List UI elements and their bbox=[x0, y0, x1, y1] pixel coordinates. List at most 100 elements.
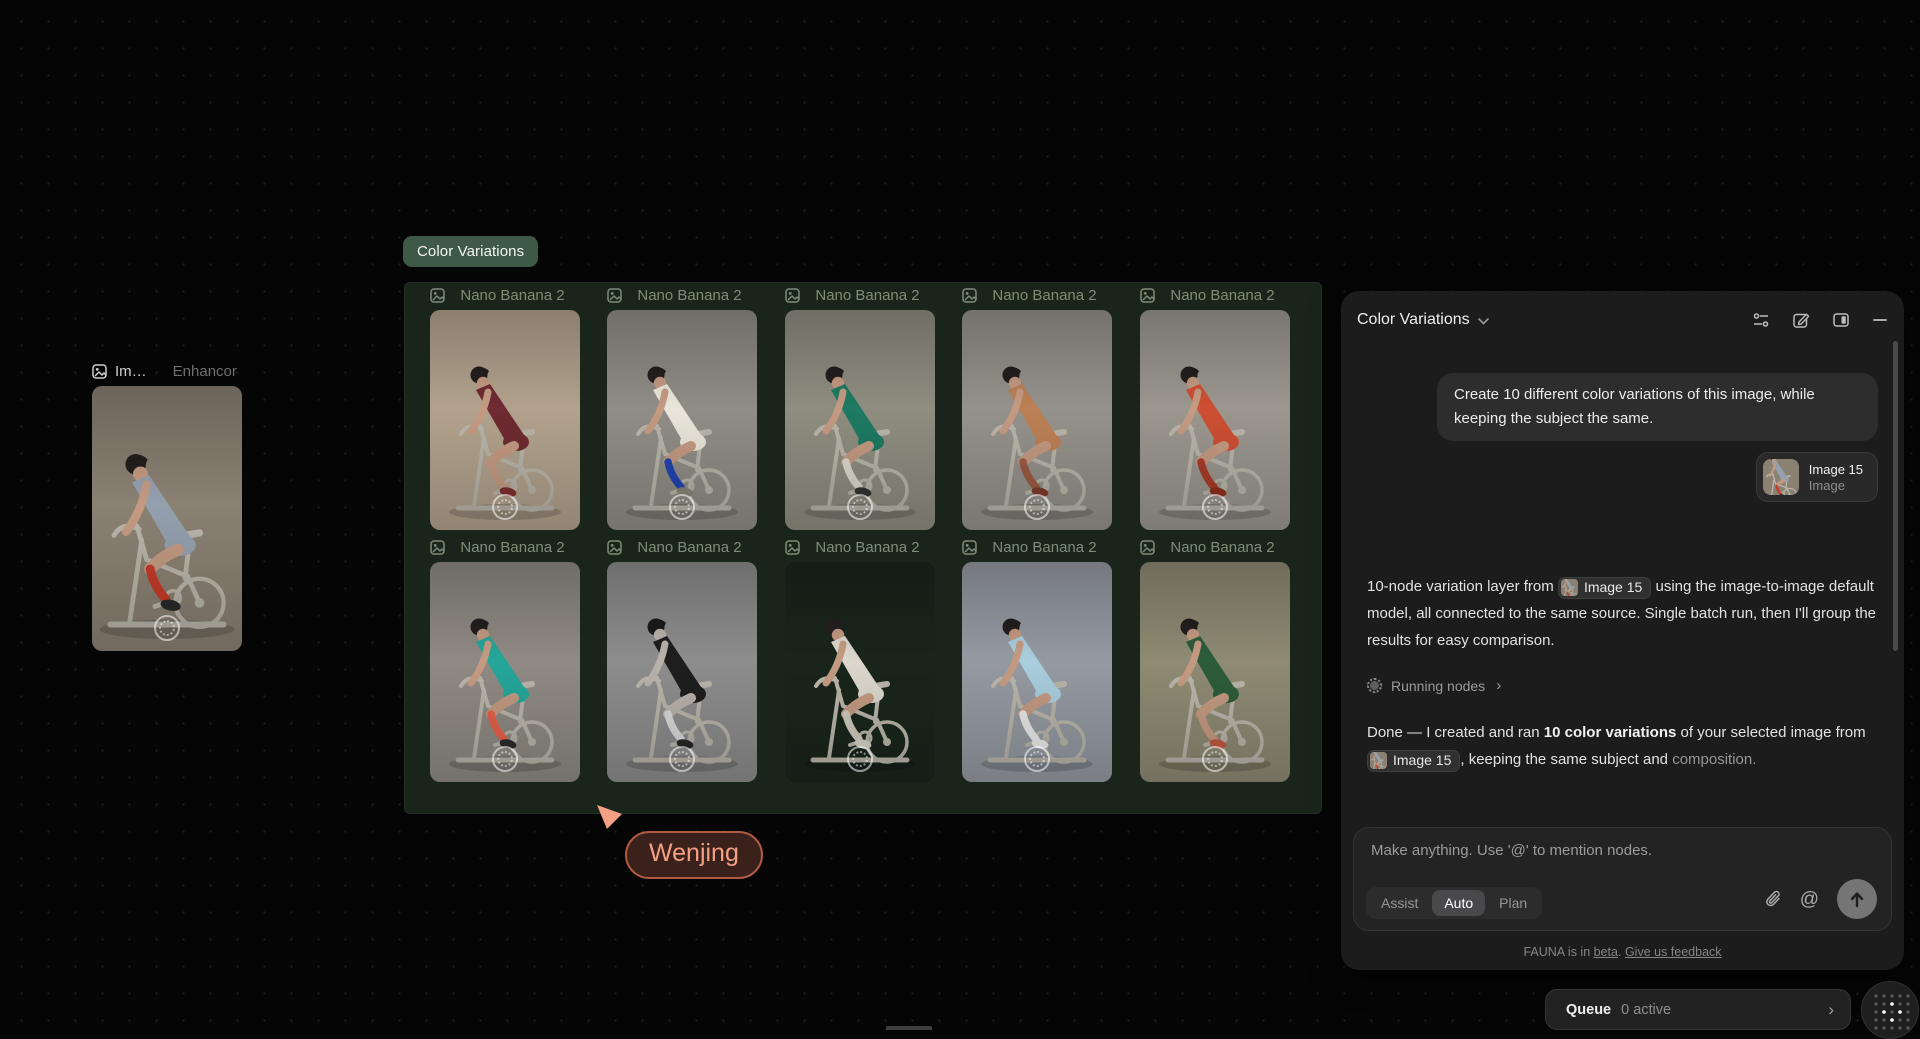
image-icon bbox=[607, 288, 622, 303]
spinner-icon bbox=[1367, 678, 1382, 693]
variation-image[interactable] bbox=[607, 562, 757, 782]
variation-node-10[interactable]: Nano Banana 2 bbox=[1140, 536, 1290, 782]
mode-plan[interactable]: Plan bbox=[1487, 890, 1539, 916]
variation-node-9[interactable]: Nano Banana 2 bbox=[962, 536, 1112, 782]
image-icon bbox=[1140, 540, 1155, 555]
message-text: of your selected image from bbox=[1676, 724, 1865, 741]
source-node-label: Im… bbox=[115, 363, 147, 380]
node-label: Nano Banana 2 bbox=[977, 287, 1112, 304]
generation-loader bbox=[492, 494, 518, 520]
mention-label: Image 15 bbox=[1584, 574, 1642, 601]
mention-icon[interactable]: @ bbox=[1800, 890, 1819, 909]
arrow-up-icon bbox=[1849, 891, 1865, 908]
chevron-right-icon: › bbox=[1496, 677, 1501, 694]
chevron-down-icon bbox=[1478, 318, 1489, 325]
group-label[interactable]: Color Variations bbox=[403, 236, 538, 267]
variation-node-7[interactable]: Nano Banana 2 bbox=[607, 536, 757, 782]
message-text: 10-node variation layer from bbox=[1367, 578, 1558, 595]
panel-title-dropdown[interactable]: Color Variations bbox=[1357, 311, 1489, 329]
image-icon bbox=[430, 540, 445, 555]
attachment-thumbnail bbox=[1763, 459, 1799, 495]
generation-loader bbox=[1024, 494, 1050, 520]
generation-loader bbox=[1202, 746, 1228, 772]
minimap-button[interactable] bbox=[1861, 981, 1919, 1039]
source-image-node[interactable]: Im… Enhancor bbox=[92, 360, 242, 651]
composer: Make anything. Use '@' to mention nodes.… bbox=[1353, 827, 1892, 931]
cursor-arrow-icon bbox=[595, 803, 623, 831]
message-bold-text: 10 color variations bbox=[1544, 724, 1677, 741]
image-icon bbox=[430, 288, 445, 303]
mode-switcher: Assist Auto Plan bbox=[1366, 887, 1542, 919]
variation-image[interactable] bbox=[785, 562, 935, 782]
panel-scrollbar[interactable] bbox=[1893, 341, 1898, 651]
beta-link[interactable]: beta bbox=[1594, 945, 1618, 959]
variation-node-3[interactable]: Nano Banana 2 bbox=[785, 284, 935, 530]
mode-assist[interactable]: Assist bbox=[1369, 890, 1430, 916]
image-icon bbox=[962, 540, 977, 555]
variation-node-2[interactable]: Nano Banana 2 bbox=[607, 284, 757, 530]
image-icon bbox=[1140, 288, 1155, 303]
feedback-link[interactable]: Give us feedback bbox=[1625, 945, 1722, 959]
variation-node-8[interactable]: Nano Banana 2 bbox=[785, 536, 935, 782]
image-icon bbox=[962, 288, 977, 303]
variation-node-1[interactable]: Nano Banana 2 bbox=[430, 284, 580, 530]
collaborator-cursor: Wenjing bbox=[595, 803, 623, 836]
new-chat-icon[interactable] bbox=[1792, 311, 1810, 329]
footer-text: . bbox=[1618, 945, 1625, 959]
bottom-dock[interactable] bbox=[886, 1026, 932, 1030]
queue-bar[interactable]: Queue 0 active › bbox=[1545, 989, 1851, 1030]
minimize-icon[interactable] bbox=[1872, 311, 1888, 329]
variation-image[interactable] bbox=[785, 310, 935, 530]
attachment-name: Image 15 bbox=[1809, 461, 1863, 478]
variation-node-4[interactable]: Nano Banana 2 bbox=[962, 284, 1112, 530]
node-label: Nano Banana 2 bbox=[622, 287, 757, 304]
variation-node-6[interactable]: Nano Banana 2 bbox=[430, 536, 580, 782]
source-image[interactable] bbox=[92, 386, 242, 651]
node-label: Nano Banana 2 bbox=[622, 539, 757, 556]
assistant-message-2: Done — I created and ran 10 color variat… bbox=[1367, 719, 1880, 773]
running-nodes-label: Running nodes bbox=[1391, 678, 1485, 694]
assistant-message-1: 10-node variation layer from Image 15 us… bbox=[1367, 573, 1880, 654]
mention-label: Image 15 bbox=[1393, 747, 1451, 774]
generation-loader bbox=[1202, 494, 1228, 520]
node-label: Nano Banana 2 bbox=[445, 539, 580, 556]
message-text: Done — I created and ran bbox=[1367, 724, 1544, 741]
mention-thumbnail bbox=[1561, 579, 1578, 596]
node-label: Nano Banana 2 bbox=[977, 539, 1112, 556]
variation-image[interactable] bbox=[1140, 310, 1290, 530]
node-label: Nano Banana 2 bbox=[800, 539, 935, 556]
running-nodes-toggle[interactable]: Running nodes › bbox=[1367, 677, 1501, 694]
panel-title: Color Variations bbox=[1357, 311, 1470, 329]
generation-loader bbox=[154, 615, 180, 641]
panel-footer: FAUNA is in beta. Give us feedback bbox=[1341, 945, 1904, 959]
connection-wires bbox=[0, 0, 300, 150]
mention-thumbnail bbox=[1370, 752, 1387, 769]
source-node-secondary-label: Enhancor bbox=[173, 363, 237, 380]
node-mention-chip[interactable]: Image 15 bbox=[1558, 577, 1651, 599]
attach-file-icon[interactable] bbox=[1765, 890, 1782, 908]
node-mention-chip[interactable]: Image 15 bbox=[1367, 750, 1460, 772]
queue-label: Queue bbox=[1566, 1002, 1611, 1018]
generation-loader bbox=[847, 746, 873, 772]
node-label: Nano Banana 2 bbox=[445, 287, 580, 304]
mode-auto[interactable]: Auto bbox=[1432, 890, 1485, 916]
variation-image[interactable] bbox=[430, 562, 580, 782]
workflow-icon[interactable] bbox=[1752, 311, 1770, 329]
variation-image[interactable] bbox=[607, 310, 757, 530]
generation-loader bbox=[847, 494, 873, 520]
variation-image[interactable] bbox=[962, 310, 1112, 530]
generation-loader bbox=[669, 494, 695, 520]
variation-image[interactable] bbox=[430, 310, 580, 530]
user-message-text: Create 10 different color variations of … bbox=[1454, 386, 1815, 427]
variation-node-5[interactable]: Nano Banana 2 bbox=[1140, 284, 1290, 530]
variation-image[interactable] bbox=[1140, 562, 1290, 782]
prompt-input[interactable]: Make anything. Use '@' to mention nodes. bbox=[1371, 842, 1781, 859]
attachment-chip[interactable]: Image 15 Image bbox=[1756, 452, 1878, 502]
dot-matrix-icon bbox=[1868, 988, 1912, 1032]
generation-loader bbox=[1024, 746, 1050, 772]
panel-toggle-icon[interactable] bbox=[1832, 311, 1850, 329]
variation-image[interactable] bbox=[962, 562, 1112, 782]
send-button[interactable] bbox=[1837, 879, 1877, 919]
panel-header: Color Variations bbox=[1357, 307, 1888, 333]
chevron-right-icon: › bbox=[1828, 1000, 1834, 1020]
